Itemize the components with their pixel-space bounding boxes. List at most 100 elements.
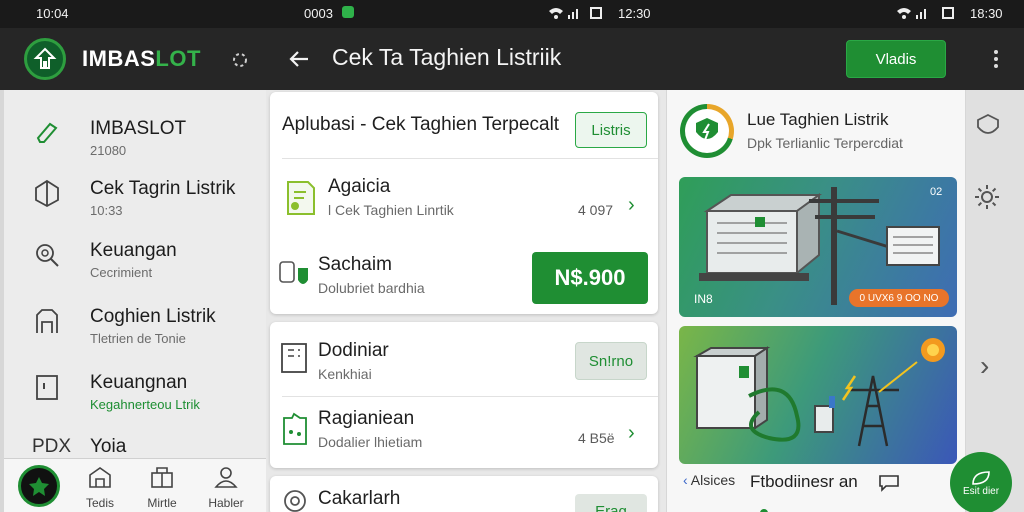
list-item[interactable]: Cakarlarh Erag	[270, 476, 658, 512]
status-time-left: 10:04	[36, 6, 69, 21]
divider	[282, 158, 658, 159]
sidebar-item-label: IMBASLOT	[90, 118, 187, 139]
list-item[interactable]: Ragianiean Dodalier lhietiam 4 B5ë ›	[270, 400, 658, 466]
sidebar-item-label: Cek Tagrin Listrik	[90, 178, 236, 199]
invoice-icon	[280, 412, 310, 448]
list-item-sub: Dolubriet bardhia	[318, 280, 425, 296]
circle-target-icon	[282, 488, 308, 512]
list-item-value: 4 B5ë	[578, 430, 615, 446]
search-settings-icon	[32, 240, 62, 270]
sidebar: IMBASLOT 21080 Cek Tagrin Listrik 10:33 …	[4, 90, 266, 512]
status-time-right: 18:30	[970, 6, 1003, 21]
sidebar-item-sub: Kegahnerteou Ltrik	[90, 397, 200, 412]
key-shield-icon	[278, 254, 312, 294]
app-name-suffix: LOT	[155, 46, 201, 71]
wifi-icon	[548, 6, 584, 23]
nav-item-habler[interactable]: Habler	[196, 465, 256, 511]
floating-action-button[interactable]: Esit dier	[950, 452, 1012, 512]
bottom-partial-row	[760, 504, 790, 512]
list-item-value: 4 097	[578, 202, 614, 218]
sidebar-item-sub: Tletrien de Tonie	[90, 331, 186, 346]
sidebar-item-imbaslot[interactable]: IMBASLOT 21080	[4, 98, 266, 162]
sidebar-item-sub: Cecrimient	[90, 265, 153, 280]
nav-label: Tedis	[85, 496, 114, 510]
bill-card: Aplubasi - Cek Taghien Terpecalt Listris…	[270, 92, 658, 314]
status-chip[interactable]: Erag	[575, 494, 647, 512]
right-title: Lue Taghien Listrik	[747, 110, 889, 129]
battery-icon	[942, 7, 954, 19]
list-item-title: Sachaim	[318, 254, 392, 275]
meter-illustration[interactable]	[679, 326, 957, 464]
grid-icon	[151, 467, 173, 488]
card-header-title: Aplubasi - Cek Taghien Terpecalt	[282, 114, 560, 135]
chat-icon[interactable]	[878, 474, 900, 492]
page-title: Cek Ta Taghien Listriik	[332, 44, 562, 70]
divider	[282, 396, 658, 397]
sidebar-item-label: Yoia	[90, 436, 127, 457]
lightning-icon	[32, 118, 62, 148]
back-link-label: Alsices	[690, 472, 736, 488]
home-icon	[89, 467, 111, 488]
sidebar-item-sub: 10:33	[90, 203, 123, 218]
list-item[interactable]: Agaicia l Cek Taghien Linrtik 4 097 ›	[270, 166, 658, 232]
chevron-right-icon[interactable]: ›	[980, 350, 989, 382]
user-icon	[214, 467, 238, 488]
door-icon	[32, 372, 62, 402]
chevron-right-icon: ›	[628, 194, 635, 216]
cabinet-icon	[32, 306, 62, 336]
list-item-sub: Kenkhiai	[318, 366, 372, 382]
right-subtitle: Dpk Terlianlic Terpercdiat	[747, 135, 903, 151]
notification-icon	[342, 6, 354, 18]
home-logo-button[interactable]	[18, 465, 60, 507]
edge-column	[966, 90, 1024, 512]
list-item-sub: Dodalier lhietiam	[318, 434, 423, 450]
shield-logo-icon	[680, 104, 734, 158]
bottom-main-text: Ftbodiinesr an	[750, 472, 858, 491]
list-item-title: Cakarlarh	[318, 488, 401, 509]
status-chip[interactable]: Sn!rno	[575, 342, 647, 380]
list-item-title: Dodiniar	[318, 340, 389, 361]
sidebar-item-label: Keuangan	[90, 240, 177, 261]
listris-chip[interactable]: Listris	[575, 112, 647, 148]
nav-label: Mirtle	[147, 496, 177, 510]
wifi-icon	[896, 6, 932, 23]
nav-label: Habler	[208, 496, 244, 510]
back-arrow-icon[interactable]	[286, 46, 312, 72]
leaf-icon	[972, 470, 990, 485]
list-item[interactable]: Dodiniar Kenkhiai Sn!rno	[270, 328, 658, 394]
extra-card: Cakarlarh Erag	[270, 476, 658, 512]
sidebar-item-coghien[interactable]: Coghien Listrik Tletrien de Tonie	[4, 286, 266, 350]
app-name: IMBASLOT	[82, 46, 201, 72]
fab-label: Esit dier	[962, 485, 1000, 497]
amount-button[interactable]: N$.900	[532, 252, 648, 304]
sidebar-item-label: Coghien Listrik	[90, 306, 216, 327]
list-item[interactable]: Sachaim Dolubriet bardhia N$.900	[270, 242, 658, 312]
sidebar-item-cek-tagihan[interactable]: Cek Tagrin Listrik 10:33	[4, 158, 266, 222]
panel-icon	[280, 340, 308, 376]
list-item-title: Agaicia	[328, 176, 391, 197]
bottom-nav: Tedis Mirtle Habler	[4, 458, 266, 512]
sidebar-item-keuangnan[interactable]: Keuangnan Kegahnerteou Ltrik	[4, 352, 266, 416]
list-item-title: Ragianiean	[318, 408, 415, 429]
settings-gear-icon[interactable]	[972, 182, 1002, 212]
chevron-left-icon: ‹	[683, 472, 691, 488]
image-corner-label: IN8	[694, 292, 713, 306]
loading-icon	[230, 50, 250, 70]
image-tag: 02	[930, 186, 943, 198]
battery-icon	[590, 7, 602, 19]
cube-icon	[32, 178, 62, 208]
sidebar-item-label: Keuangnan	[90, 372, 188, 393]
status-bar: 10:04 0003 12:30 18:30	[0, 0, 1024, 28]
chevron-right-icon: ›	[628, 422, 635, 444]
more-menu-icon[interactable]	[986, 48, 1006, 70]
shield-outline-icon[interactable]	[974, 112, 1002, 140]
nav-item-tedis[interactable]: Tedis	[70, 465, 130, 511]
orange-badge: 0 UVX6 9 OO NO	[849, 289, 949, 307]
back-link[interactable]: ‹ Alsices	[683, 472, 735, 488]
app-logo[interactable]	[24, 38, 66, 80]
nav-item-mirtle[interactable]: Mirtle	[132, 465, 192, 511]
top-action-button[interactable]: Vladis	[846, 40, 946, 78]
sidebar-item-sub: 21080	[90, 143, 127, 158]
sidebar-item-keuangan[interactable]: Keuangan Cecrimient	[4, 220, 266, 284]
list-item-sub: l Cek Taghien Linrtik	[328, 202, 454, 218]
